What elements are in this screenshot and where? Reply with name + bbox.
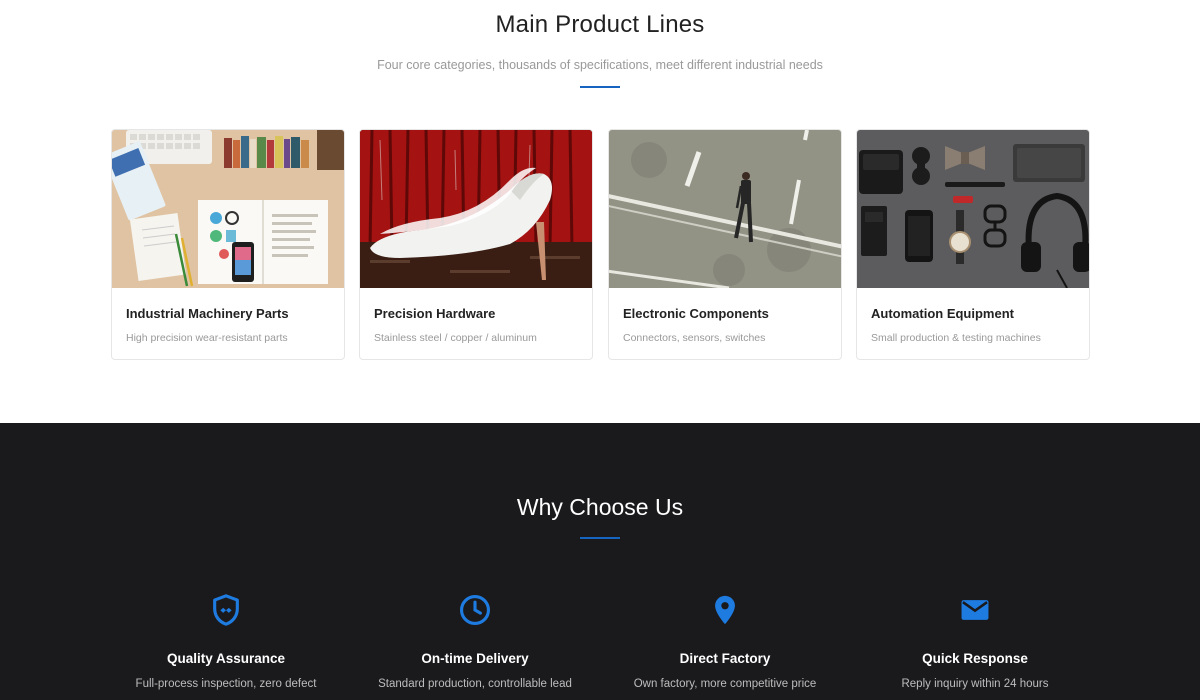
feature-title: Direct Factory xyxy=(679,651,771,666)
section-title: Main Product Lines xyxy=(495,11,705,38)
clock-icon xyxy=(459,594,491,626)
card-title: Automation Equipment xyxy=(871,306,1014,321)
card-subtitle: Connectors, sensors, switches xyxy=(623,332,766,344)
feature-quality: Quality Assurance Full-process inspectio… xyxy=(101,593,351,690)
feature-title: Quality Assurance xyxy=(166,651,286,666)
feature-subtitle: Standard production, controllable lead xyxy=(378,678,572,690)
accessories-flatlay-photo[interactable] xyxy=(857,130,1089,288)
feature-subtitle: Full-process inspection, zero defect xyxy=(135,678,317,690)
product-card-electronics[interactable]: Electronic Components Connectors, sensor… xyxy=(608,129,842,360)
why-choose-us-section: Why Choose Us Quality Assurance Full-pro… xyxy=(0,423,1200,700)
desk-flatlay-photo[interactable] xyxy=(112,130,344,288)
mail-icon xyxy=(961,600,989,620)
card-title: Industrial Machinery Parts xyxy=(126,306,289,321)
feature-title: On-time Delivery xyxy=(421,651,529,666)
title-accent-line xyxy=(580,86,620,88)
card-title: Electronic Components xyxy=(623,306,769,321)
feature-delivery: On-time Delivery Standard production, co… xyxy=(350,593,600,690)
card-title: Precision Hardware xyxy=(374,306,496,321)
product-card-machinery[interactable]: Industrial Machinery Parts High precisio… xyxy=(111,129,345,360)
product-card-hardware[interactable]: Precision Hardware Stainless steel / cop… xyxy=(359,129,593,360)
shield-icon xyxy=(213,594,239,626)
feature-subtitle: Reply inquiry within 24 hours xyxy=(901,678,1049,690)
man-on-road-photo[interactable] xyxy=(609,130,841,288)
feature-title: Quick Response xyxy=(922,651,1028,666)
feature-factory: Direct Factory Own factory, more competi… xyxy=(600,593,850,690)
product-lines-section: Main Product Lines Four core categories,… xyxy=(0,0,1200,423)
white-heels-photo[interactable] xyxy=(360,130,592,288)
section-subtitle: Four core categories, thousands of speci… xyxy=(377,58,823,72)
location-pin-icon xyxy=(715,595,735,625)
feature-response: Quick Response Reply inquiry within 24 h… xyxy=(850,593,1100,690)
card-subtitle: Stainless steel / copper / aluminum xyxy=(374,332,537,344)
card-subtitle: Small production & testing machines xyxy=(871,332,1041,344)
section-title: Why Choose Us xyxy=(516,494,684,520)
feature-subtitle: Own factory, more competitive price xyxy=(633,678,817,690)
card-subtitle: High precision wear-resistant parts xyxy=(126,332,288,344)
title-accent-line xyxy=(580,537,620,539)
product-card-automation[interactable]: Automation Equipment Small production & … xyxy=(856,129,1090,360)
